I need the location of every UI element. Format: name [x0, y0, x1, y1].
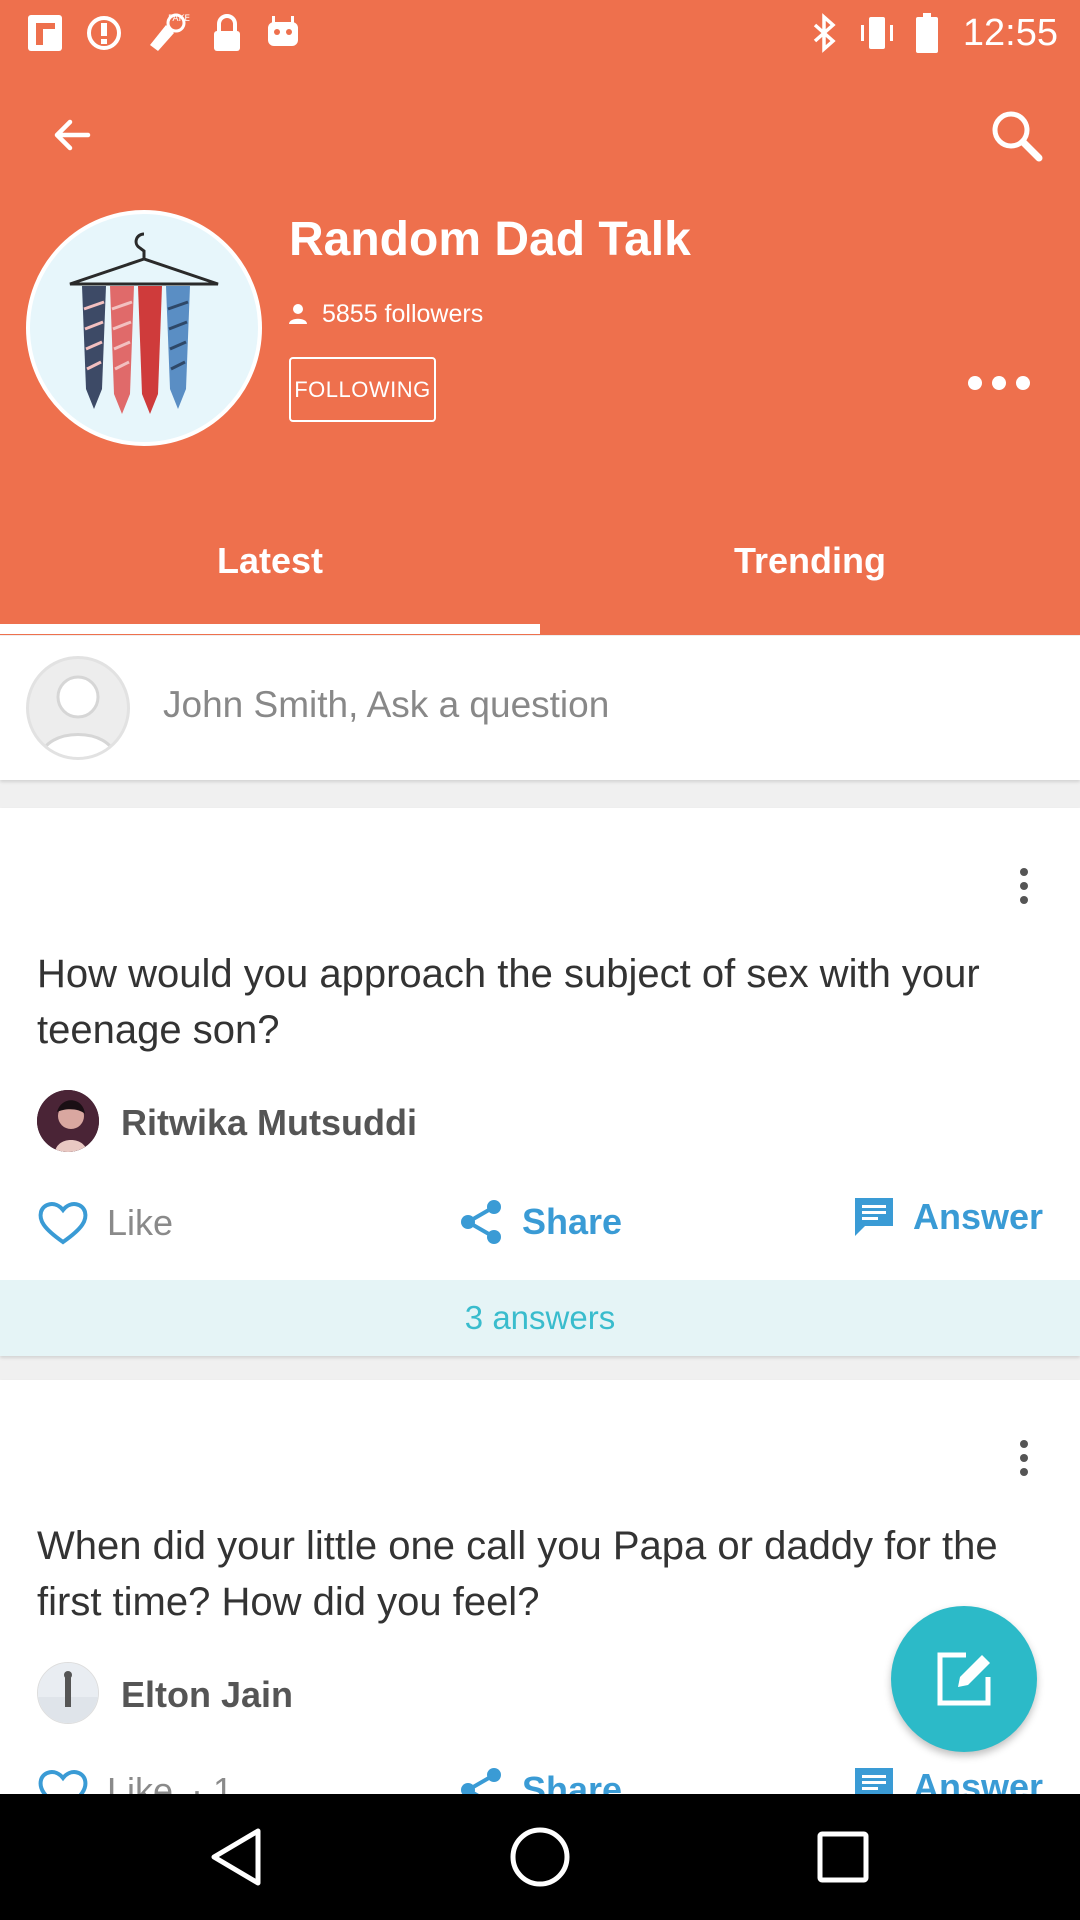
answers-count-bar[interactable]: 3 answers [0, 1280, 1080, 1356]
arrow-left-icon [54, 119, 91, 151]
status-time: 12:55 [962, 11, 1058, 54]
like-label: Like [107, 1202, 174, 1243]
question-card: How would you approach the subject of se… [0, 808, 1080, 1356]
lock-icon [214, 14, 240, 51]
status-bar: FAKE 12:55 [0, 0, 1080, 66]
comment-icon [855, 1198, 893, 1236]
author-avatar [37, 1662, 99, 1724]
tab-latest[interactable]: Latest [0, 540, 540, 582]
post-options-button[interactable] [1004, 1430, 1044, 1486]
square-recents-icon [817, 1831, 869, 1883]
nav-home-button[interactable] [500, 1817, 580, 1897]
default-avatar-icon [39, 675, 117, 757]
more-options-button[interactable] [956, 365, 1042, 401]
fake-gps-icon: FAKE [150, 13, 190, 51]
dot-icon [1016, 376, 1030, 390]
ask-question-input[interactable]: John Smith, Ask a question [163, 684, 609, 726]
circle-home-icon [510, 1827, 570, 1887]
nav-recents-button[interactable] [803, 1817, 883, 1897]
share-label: Share [522, 1201, 623, 1242]
edit-icon [937, 1652, 991, 1706]
person-icon [289, 304, 307, 324]
bluetooth-icon [813, 13, 836, 53]
question-text[interactable]: How would you approach the subject of se… [37, 946, 1037, 1058]
back-button[interactable] [32, 95, 112, 175]
community-header: FAKE 12:55 Random Dad Talk 5855 follower… [0, 0, 1080, 635]
community-avatar [26, 210, 262, 446]
status-right-icons: 12:55 [811, 10, 1058, 56]
author-avatar [37, 1090, 99, 1152]
system-navigation-bar [0, 1794, 1080, 1920]
followers-count: 5855 followers [288, 296, 483, 332]
question-text[interactable]: When did your little one call you Papa o… [37, 1518, 1037, 1630]
share-icon [461, 1200, 501, 1244]
active-tab-indicator [0, 624, 540, 634]
community-title: Random Dad Talk [289, 213, 691, 266]
svg-text:FAKE: FAKE [168, 14, 190, 24]
like-button[interactable]: Like [37, 1200, 173, 1246]
author-photo [38, 1663, 98, 1723]
author-name[interactable]: Ritwika Mutsuddi [121, 1102, 417, 1144]
triangle-back-icon [211, 1828, 261, 1886]
battery-icon [915, 13, 938, 53]
post-options-button[interactable] [1004, 858, 1044, 914]
search-icon [992, 111, 1043, 162]
ask-question-bar[interactable]: John Smith, Ask a question [0, 636, 1080, 780]
tab-trending[interactable]: Trending [540, 540, 1080, 582]
dot-icon [992, 376, 1006, 390]
android-icon [268, 16, 298, 46]
share-button[interactable]: Share [458, 1198, 622, 1246]
followers-label: 5855 followers [322, 299, 484, 328]
nav-back-button[interactable] [196, 1817, 276, 1897]
search-button[interactable] [976, 95, 1056, 175]
compose-question-button[interactable] [891, 1606, 1037, 1752]
vibrate-icon [860, 17, 893, 49]
following-button[interactable]: FOLLOWING [289, 357, 436, 422]
author-photo [37, 1090, 99, 1152]
heart-icon [38, 1202, 88, 1245]
user-avatar [26, 656, 130, 760]
app-notification-icon [28, 15, 62, 51]
answer-button[interactable]: Answer [853, 1196, 1043, 1238]
warning-icon [87, 16, 121, 50]
ties-hanger-image [69, 232, 219, 414]
answer-label: Answer [913, 1196, 1044, 1237]
status-left-icons: FAKE [26, 10, 302, 56]
author-name[interactable]: Elton Jain [121, 1674, 293, 1716]
dot-icon [968, 376, 982, 390]
